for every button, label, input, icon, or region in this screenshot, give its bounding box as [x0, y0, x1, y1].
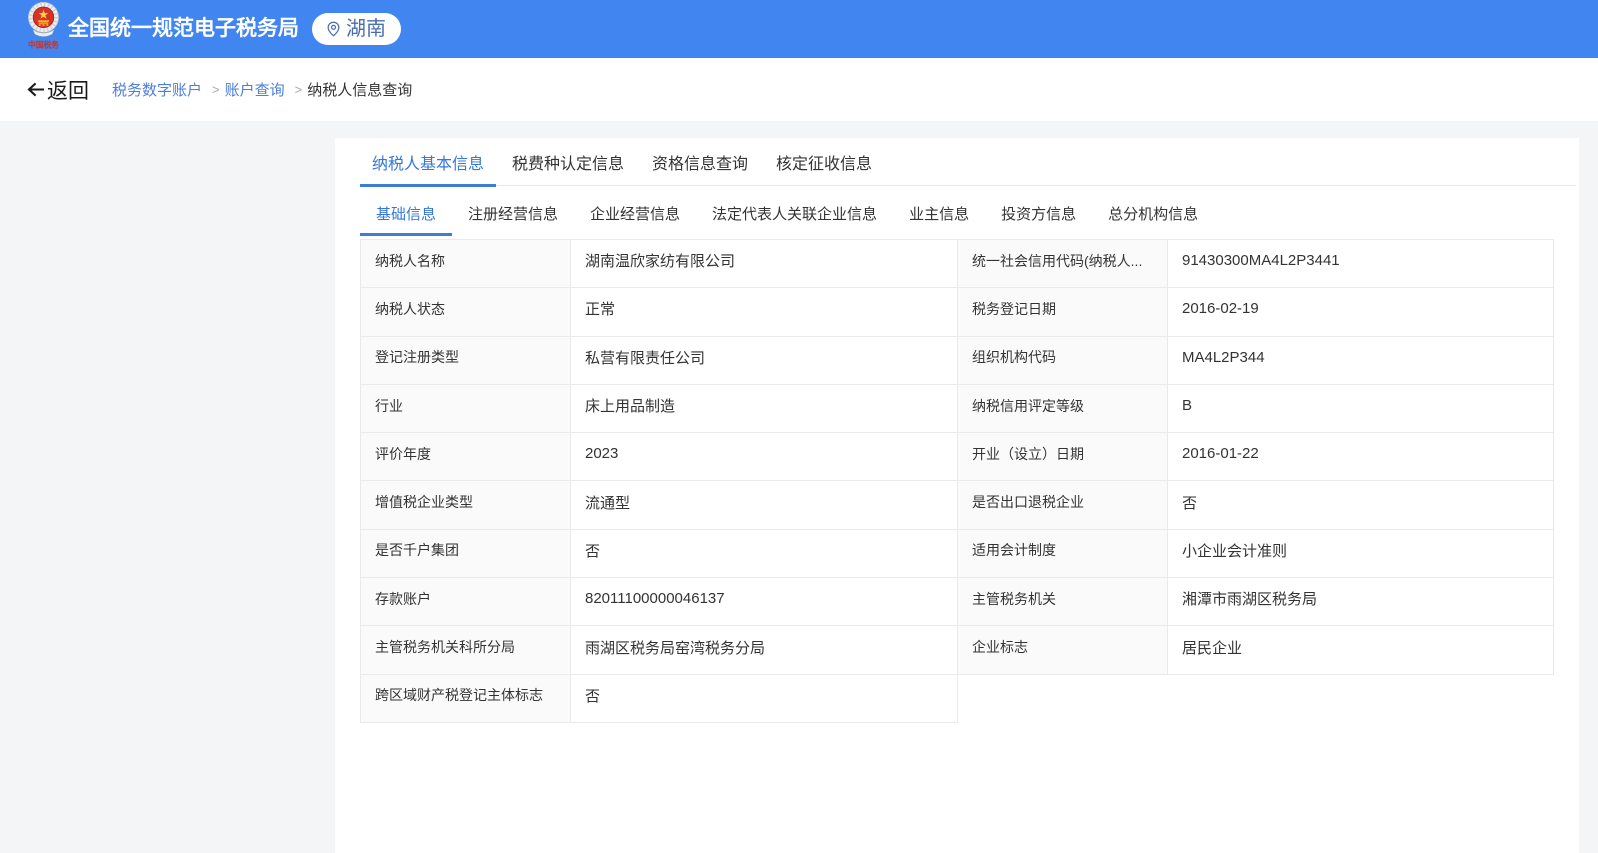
svg-text:中国税务: 中国税务 — [28, 40, 59, 50]
